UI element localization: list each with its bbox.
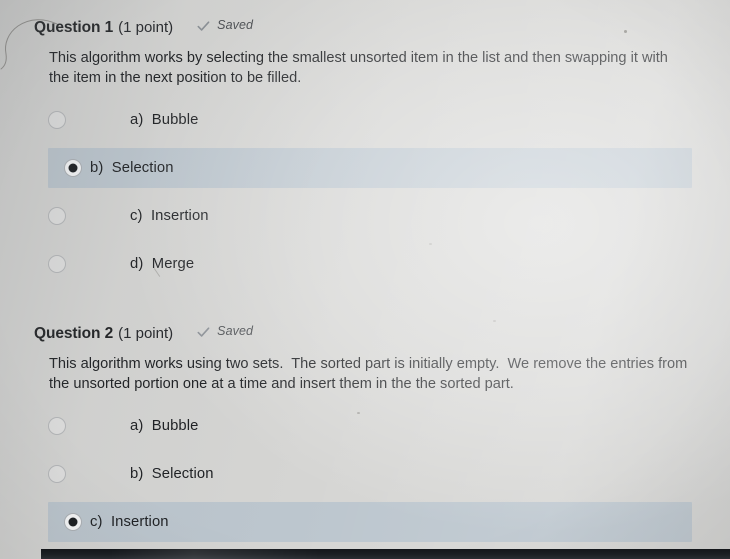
question-1-option-c[interactable]: c) Insertion [48,196,692,236]
question-1-options: a) Bubble b) Selection c) Insertion d) M… [0,100,730,284]
question-2-saved-label: Saved [217,324,254,338]
question-2-header: Question 2 (1 point) Saved [34,324,730,346]
question-2-points: (1 point) [118,324,174,342]
question-1-option-d[interactable]: d) Merge [48,244,692,284]
question-1-saved-label: Saved [217,18,254,32]
question-2-options: a) Bubble b) Selection c) Insertion [0,406,730,542]
radio-button-unselected[interactable] [48,255,66,273]
option-label: a) Bubble [130,418,199,434]
option-label: b) Selection [90,160,174,176]
question-1-option-b[interactable]: b) Selection [48,148,692,188]
radio-button-unselected[interactable] [48,111,66,129]
question-2-prompt: This algorithm works using two sets. The… [49,356,692,392]
monitor-bezel [41,549,730,559]
radio-button-selected[interactable] [64,513,82,531]
question-block-1: Question 1 (1 point) Saved This algorith… [0,18,730,284]
question-block-2: Question 2 (1 point) Saved This algorith… [0,324,730,542]
question-2-option-b[interactable]: b) Selection [48,454,692,494]
question-1-header: Question 1 (1 point) Saved [34,18,730,40]
option-label: b) Selection [130,466,214,482]
option-label: c) Insertion [130,208,209,224]
question-2-saved-indicator: Saved [197,324,253,338]
option-label: d) Merge [130,256,195,272]
radio-button-unselected[interactable] [48,417,66,435]
question-2-title: Question 2 [34,324,114,342]
screen-photo: Question 1 (1 point) Saved This algorith… [0,0,730,559]
check-icon [197,20,210,33]
radio-button-unselected[interactable] [48,207,66,225]
question-1-prompt: This algorithm works by selecting the sm… [49,50,672,86]
question-2-option-a[interactable]: a) Bubble [48,406,692,446]
radio-button-unselected[interactable] [48,465,66,483]
question-1-title: Question 1 [34,18,114,36]
option-label: c) Insertion [90,514,169,530]
check-icon [197,326,210,339]
quiz-content: Question 1 (1 point) Saved This algorith… [0,0,730,559]
question-2-option-c[interactable]: c) Insertion [48,502,692,542]
question-1-option-a[interactable]: a) Bubble [48,100,692,140]
question-1-points: (1 point) [118,18,174,36]
question-1-saved-indicator: Saved [197,18,253,32]
option-label: a) Bubble [130,112,199,128]
radio-button-selected[interactable] [64,159,82,177]
